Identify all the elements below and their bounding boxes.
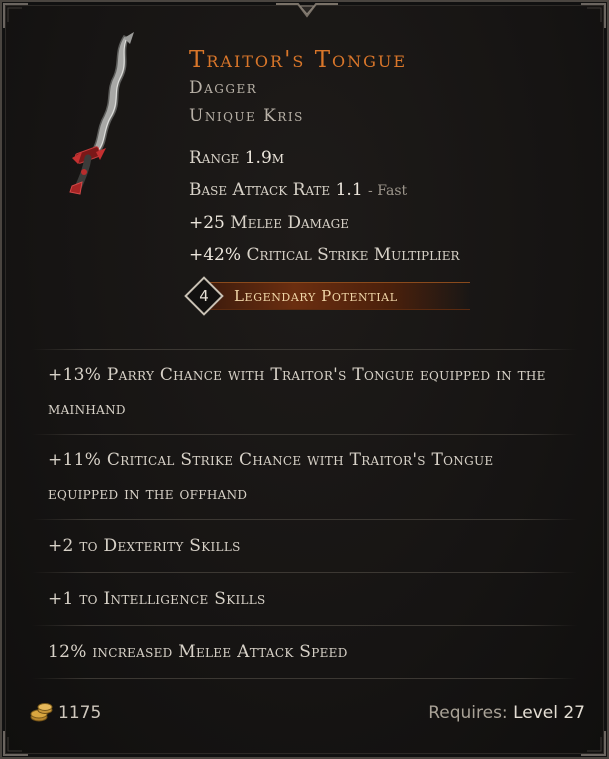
- implicit-value: +42%: [189, 245, 242, 265]
- attack-rate-label: Base Attack Rate: [189, 180, 331, 200]
- frame-corner-ornament: [579, 2, 607, 30]
- divider: [32, 678, 577, 679]
- item-name: Traitor's Tongue: [189, 47, 408, 73]
- requires-value: Level 27: [513, 703, 585, 723]
- range-stat: Range 1.9m: [189, 142, 587, 174]
- item-type: Dagger: [189, 78, 258, 98]
- gold-coins-icon: [30, 701, 54, 723]
- frame-corner-ornament: [2, 729, 30, 757]
- affix-line: +2 to Dexterity Skills: [48, 536, 241, 556]
- affix-line: +11% Critical Strike Chance with Traitor…: [48, 450, 494, 504]
- gold-value: 1175: [58, 703, 102, 723]
- attack-rate-stat: Base Attack Rate 1.1 - Fast: [189, 174, 587, 207]
- legendary-potential-count: 4: [199, 287, 209, 305]
- implicit-text: Critical Strike Multiplier: [246, 245, 460, 265]
- item-footer: 1175 Requires: Level 27: [30, 698, 585, 728]
- frame-corner-ornament: [2, 2, 30, 30]
- affix-line: 12% increased Melee Attack Speed: [48, 642, 348, 662]
- range-value: 1.9m: [244, 148, 285, 168]
- base-stats: Range 1.9m Base Attack Rate 1.1 - Fast +…: [189, 142, 587, 271]
- affix-line: +1 to Intelligence Skills: [48, 589, 266, 609]
- implicit-value: +25: [189, 213, 225, 233]
- legendary-potential-label: Legendary Potential: [234, 287, 398, 305]
- item-tooltip: Traitor's Tongue Dagger Unique Kris Rang…: [0, 0, 609, 759]
- implicit-stat: +25 Melee Damage: [189, 207, 587, 239]
- requires-label: Requires:: [428, 703, 508, 723]
- implicit-text: Melee Damage: [230, 213, 349, 233]
- item-header: Traitor's Tongue Dagger Unique Kris: [189, 46, 587, 130]
- attack-rate-value: 1.1: [335, 180, 363, 200]
- top-crest-ornament: [276, 2, 338, 24]
- attack-rate-speed: - Fast: [368, 183, 408, 199]
- implicit-stat: +42% Critical Strike Multiplier: [189, 239, 587, 271]
- legendary-potential: 4 Legendary Potential: [184, 276, 476, 316]
- curved-dagger-icon: [42, 32, 152, 207]
- affix-list: +13% Parry Chance with Traitor's Tongue …: [32, 349, 577, 679]
- level-requirement: Requires: Level 27: [428, 698, 585, 728]
- frame-corner-ornament: [579, 729, 607, 757]
- item-base: Unique Kris: [189, 106, 304, 126]
- affix-line: +13% Parry Chance with Traitor's Tongue …: [48, 365, 546, 419]
- range-label: Range: [189, 148, 240, 168]
